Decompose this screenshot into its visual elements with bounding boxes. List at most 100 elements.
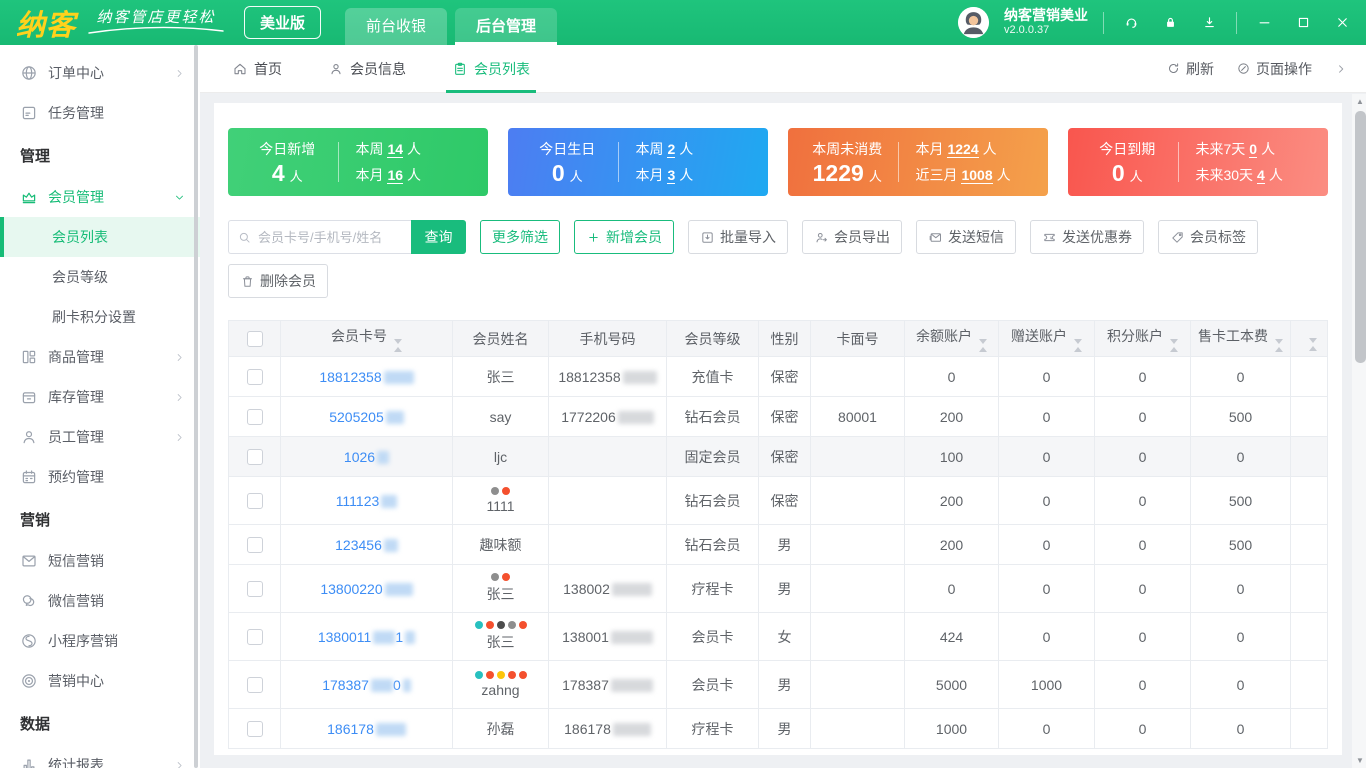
member-card-link[interactable]: 111123 xyxy=(336,493,398,509)
发送短信-button[interactable]: 发送短信 xyxy=(916,220,1016,254)
top-nav-tab[interactable]: 后台管理 xyxy=(455,8,558,45)
row-checkbox[interactable] xyxy=(246,720,263,737)
sort-arrows-icon[interactable] xyxy=(1170,338,1178,352)
sort-arrows-icon[interactable] xyxy=(1275,338,1283,352)
row-checkbox[interactable] xyxy=(246,368,263,385)
level-cell: 疗程卡 xyxy=(666,564,759,613)
sidebar-item[interactable]: 会员管理 xyxy=(0,177,200,217)
删除会员-button[interactable]: 删除会员 xyxy=(228,264,328,298)
sort-arrows-icon[interactable] xyxy=(394,338,402,352)
sidebar-item-label: 订单中心 xyxy=(48,65,104,81)
stat-line-value[interactable]: 0 xyxy=(1249,141,1258,158)
top-header: 纳客 纳客管店更轻松 美业版 前台收银 后台管理 纳客营销美业 v2.0.0.37 xyxy=(0,0,1366,45)
sidebar-item[interactable]: 任务管理 xyxy=(0,93,200,133)
page-tab[interactable]: 首页 xyxy=(232,45,282,93)
app-version: v2.0.0.37 xyxy=(1004,24,1050,37)
row-checkbox[interactable] xyxy=(246,448,263,465)
top-nav-tab[interactable]: 前台收银 xyxy=(345,8,448,45)
sidebar-subitem[interactable]: 会员列表 xyxy=(0,217,200,257)
member-card-link[interactable]: 1026 xyxy=(344,449,390,465)
sidebar-item[interactable]: 短信营销 xyxy=(0,541,200,581)
stat-line-value[interactable]: 14 xyxy=(387,141,404,158)
maximize-button[interactable] xyxy=(1291,11,1315,35)
tag-icon xyxy=(1172,231,1183,243)
sort-arrows-icon[interactable] xyxy=(1308,337,1317,351)
会员导出-button[interactable]: 会员导出 xyxy=(802,220,902,254)
sidebar-item[interactable]: 统计报表 xyxy=(0,745,200,768)
更多筛选-button[interactable]: 更多筛选 xyxy=(480,220,560,254)
column-header[interactable]: 赠送账户 xyxy=(998,320,1095,357)
row-checkbox[interactable] xyxy=(246,408,263,425)
sort-arrows-icon[interactable] xyxy=(979,338,987,352)
column-header[interactable]: 余额账户 xyxy=(904,320,999,357)
refresh-button[interactable]: 刷新 xyxy=(1166,59,1214,79)
column-header[interactable] xyxy=(1290,320,1328,357)
sidebar-scrollbar[interactable] xyxy=(194,45,198,768)
fee-cell: 0 xyxy=(1190,612,1291,661)
row-checkbox[interactable] xyxy=(246,492,263,509)
发送优惠券-button[interactable]: ¥ 发送优惠券 xyxy=(1030,220,1144,254)
page-tab[interactable]: 会员信息 xyxy=(328,45,406,93)
stat-line-value[interactable]: 3 xyxy=(667,167,676,184)
sort-arrows-icon[interactable] xyxy=(1074,338,1082,352)
header-right: 纳客营销美业 v2.0.0.37 xyxy=(958,0,1366,45)
sidebar-item[interactable]: 营销中心 xyxy=(0,661,200,701)
member-card-link[interactable]: 18812358 xyxy=(319,369,414,385)
slogan-swoosh-icon xyxy=(88,27,224,34)
card-face-cell xyxy=(810,660,905,709)
scroll-up-arrow[interactable]: ▲ xyxy=(1352,94,1366,109)
page-tab[interactable]: 会员列表 xyxy=(446,45,536,93)
chevron-right-icon[interactable] xyxy=(1334,62,1348,76)
gift-cell: 1000 xyxy=(998,660,1095,709)
scroll-down-arrow[interactable]: ▼ xyxy=(1352,753,1366,768)
minimize-button[interactable] xyxy=(1252,11,1276,35)
member-card-link[interactable]: 5205205 xyxy=(329,409,404,425)
批量导入-button[interactable]: 批量导入 xyxy=(688,220,788,254)
checkbox-cell xyxy=(228,660,281,709)
sidebar-item[interactable]: 微信营销 xyxy=(0,581,200,621)
sidebar-item[interactable]: 库存管理 xyxy=(0,377,200,417)
member-card-link[interactable]: 1380011 1 xyxy=(318,629,416,645)
page-ops-button[interactable]: 页面操作 xyxy=(1236,59,1312,79)
sidebar-item[interactable]: 商品管理 xyxy=(0,337,200,377)
select-all-checkbox[interactable] xyxy=(246,330,263,347)
avatar[interactable] xyxy=(958,7,989,38)
member-card-link[interactable]: 123456 xyxy=(335,537,398,553)
新增会员-button[interactable]: 新增会员 xyxy=(574,220,674,254)
sidebar-item[interactable]: 预约管理 xyxy=(0,457,200,497)
stat-line: 本月 1224 人 xyxy=(915,141,997,158)
close-button[interactable] xyxy=(1330,11,1354,35)
stat-line-value[interactable]: 1224 xyxy=(947,141,979,158)
support-button[interactable] xyxy=(1119,11,1143,35)
main-scrollbar[interactable]: ▲ ▼ xyxy=(1352,94,1366,768)
stat-title: 今日到期 xyxy=(1099,141,1156,157)
column-header[interactable]: 售卡工本费 xyxy=(1190,320,1291,357)
stat-line-value[interactable]: 1008 xyxy=(961,167,993,184)
row-checkbox[interactable] xyxy=(246,536,263,553)
row-checkbox[interactable] xyxy=(246,676,263,693)
download-button[interactable] xyxy=(1197,11,1221,35)
scrollbar-thumb[interactable] xyxy=(1354,111,1366,363)
stat-line-value[interactable]: 2 xyxy=(667,141,676,158)
会员标签-button[interactable]: 会员标签 xyxy=(1158,220,1258,254)
checkbox-cell xyxy=(228,356,281,397)
sidebar-item[interactable]: 员工管理 xyxy=(0,417,200,457)
sidebar-item[interactable]: 小程序营销 xyxy=(0,621,200,661)
lock-button[interactable] xyxy=(1158,11,1182,35)
sidebar-item[interactable]: 订单中心 xyxy=(0,53,200,93)
row-checkbox[interactable] xyxy=(246,628,263,645)
search-input[interactable] xyxy=(258,229,403,245)
column-header[interactable]: 积分账户 xyxy=(1094,320,1191,357)
member-card-link[interactable]: 13800220 xyxy=(320,581,413,597)
search-button[interactable]: 查询 xyxy=(411,220,466,254)
edition-button[interactable]: 美业版 xyxy=(244,6,322,39)
extra-cell xyxy=(1290,524,1328,565)
row-checkbox[interactable] xyxy=(246,580,263,597)
column-header[interactable]: 会员卡号 xyxy=(280,320,453,357)
sidebar-subitem[interactable]: 刷卡积分设置 xyxy=(0,297,200,337)
sidebar-subitem[interactable]: 会员等级 xyxy=(0,257,200,297)
stat-line-value[interactable]: 16 xyxy=(387,167,404,184)
member-card-link[interactable]: 186178 xyxy=(327,721,406,737)
stat-line-value[interactable]: 4 xyxy=(1257,167,1265,184)
member-card-link[interactable]: 178387 0 xyxy=(322,677,411,693)
